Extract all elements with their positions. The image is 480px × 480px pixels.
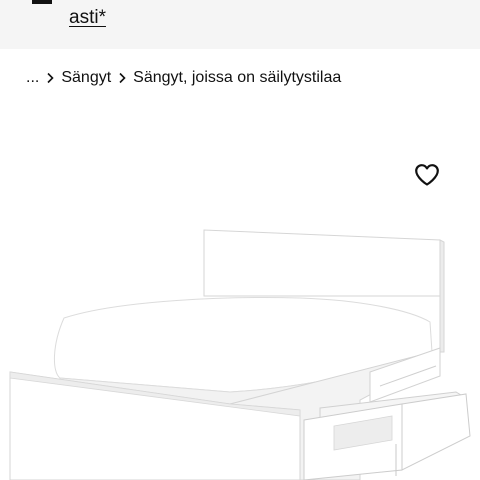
product-image[interactable] [0, 200, 480, 480]
truck-icon [32, 0, 52, 4]
product-page: asti* ... Sängyt Sängyt, joissa on säily… [0, 0, 480, 480]
chevron-right-icon [111, 72, 133, 84]
promo-banner[interactable]: asti* [0, 0, 480, 49]
breadcrumb-item-storage-beds[interactable]: Sängyt, joissa on säilytystilaa [133, 69, 341, 87]
promo-text[interactable]: asti* [69, 6, 106, 30]
favourite-button[interactable] [412, 160, 442, 190]
heart-icon [415, 164, 439, 186]
chevron-right-icon [39, 72, 61, 84]
breadcrumb: ... Sängyt Sängyt, joissa on säilytystil… [26, 66, 341, 90]
breadcrumb-item-beds[interactable]: Sängyt [61, 69, 111, 87]
breadcrumb-ellipsis[interactable]: ... [26, 69, 39, 87]
